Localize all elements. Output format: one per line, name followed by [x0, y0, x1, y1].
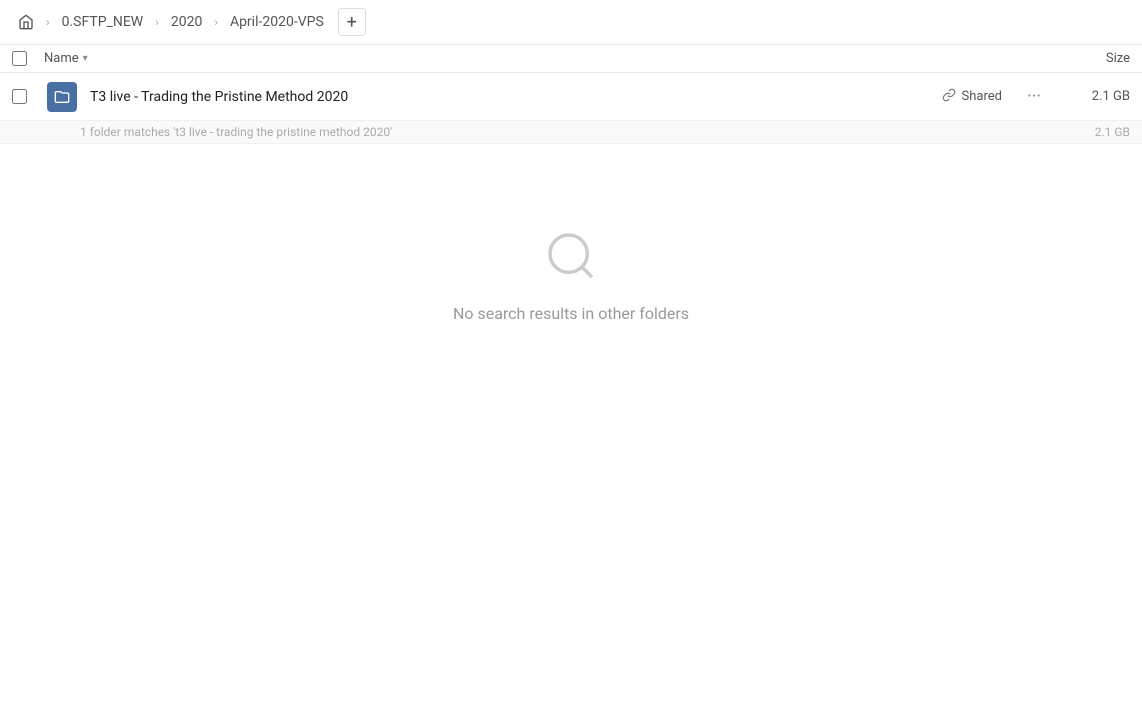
home-button[interactable]	[12, 8, 40, 36]
no-results-text: No search results in other folders	[453, 304, 689, 323]
match-info-row: 1 folder matches 't3 live - trading the …	[0, 121, 1142, 144]
breadcrumb-item-sftp[interactable]: 0.SFTP_NEW	[56, 12, 150, 32]
column-header: Name ▾ Size	[0, 45, 1142, 73]
table-row[interactable]: T3 live - Trading the Pristine Method 20…	[0, 73, 1142, 121]
select-all-checkbox-container[interactable]	[12, 51, 44, 66]
shared-badge: Shared	[942, 88, 1002, 106]
folder-icon	[44, 82, 80, 112]
file-name: T3 live - Trading the Pristine Method 20…	[80, 89, 942, 105]
breadcrumb-item-april[interactable]: April-2020-VPS	[224, 12, 330, 32]
select-all-checkbox[interactable]	[12, 51, 27, 66]
no-results-icon	[539, 224, 603, 288]
name-column-label: Name	[44, 51, 79, 66]
separator-2: ›	[155, 15, 159, 29]
no-results-section: No search results in other folders	[0, 144, 1142, 363]
breadcrumb-bar: › 0.SFTP_NEW › 2020 › April-2020-VPS +	[0, 0, 1142, 45]
match-info-size: 2.1 GB	[1050, 125, 1130, 139]
link-icon	[942, 88, 956, 106]
name-sort-icon: ▾	[83, 53, 88, 64]
size-column-header[interactable]: Size	[1050, 51, 1130, 66]
breadcrumb-item-2020[interactable]: 2020	[165, 12, 208, 32]
file-list: T3 live - Trading the Pristine Method 20…	[0, 73, 1142, 720]
more-options-button[interactable]: ···	[1018, 86, 1050, 107]
separator-3: ›	[214, 15, 218, 29]
row-checkbox[interactable]	[12, 89, 27, 104]
row-checkbox-container[interactable]	[12, 89, 44, 104]
file-size: 2.1 GB	[1050, 89, 1130, 104]
separator-1: ›	[46, 15, 50, 29]
app-container: › 0.SFTP_NEW › 2020 › April-2020-VPS + N…	[0, 0, 1142, 720]
add-tab-button[interactable]: +	[338, 8, 366, 36]
shared-label: Shared	[962, 89, 1002, 104]
match-info-text: 1 folder matches 't3 live - trading the …	[80, 125, 1050, 139]
name-column-header[interactable]: Name ▾	[44, 51, 1050, 66]
